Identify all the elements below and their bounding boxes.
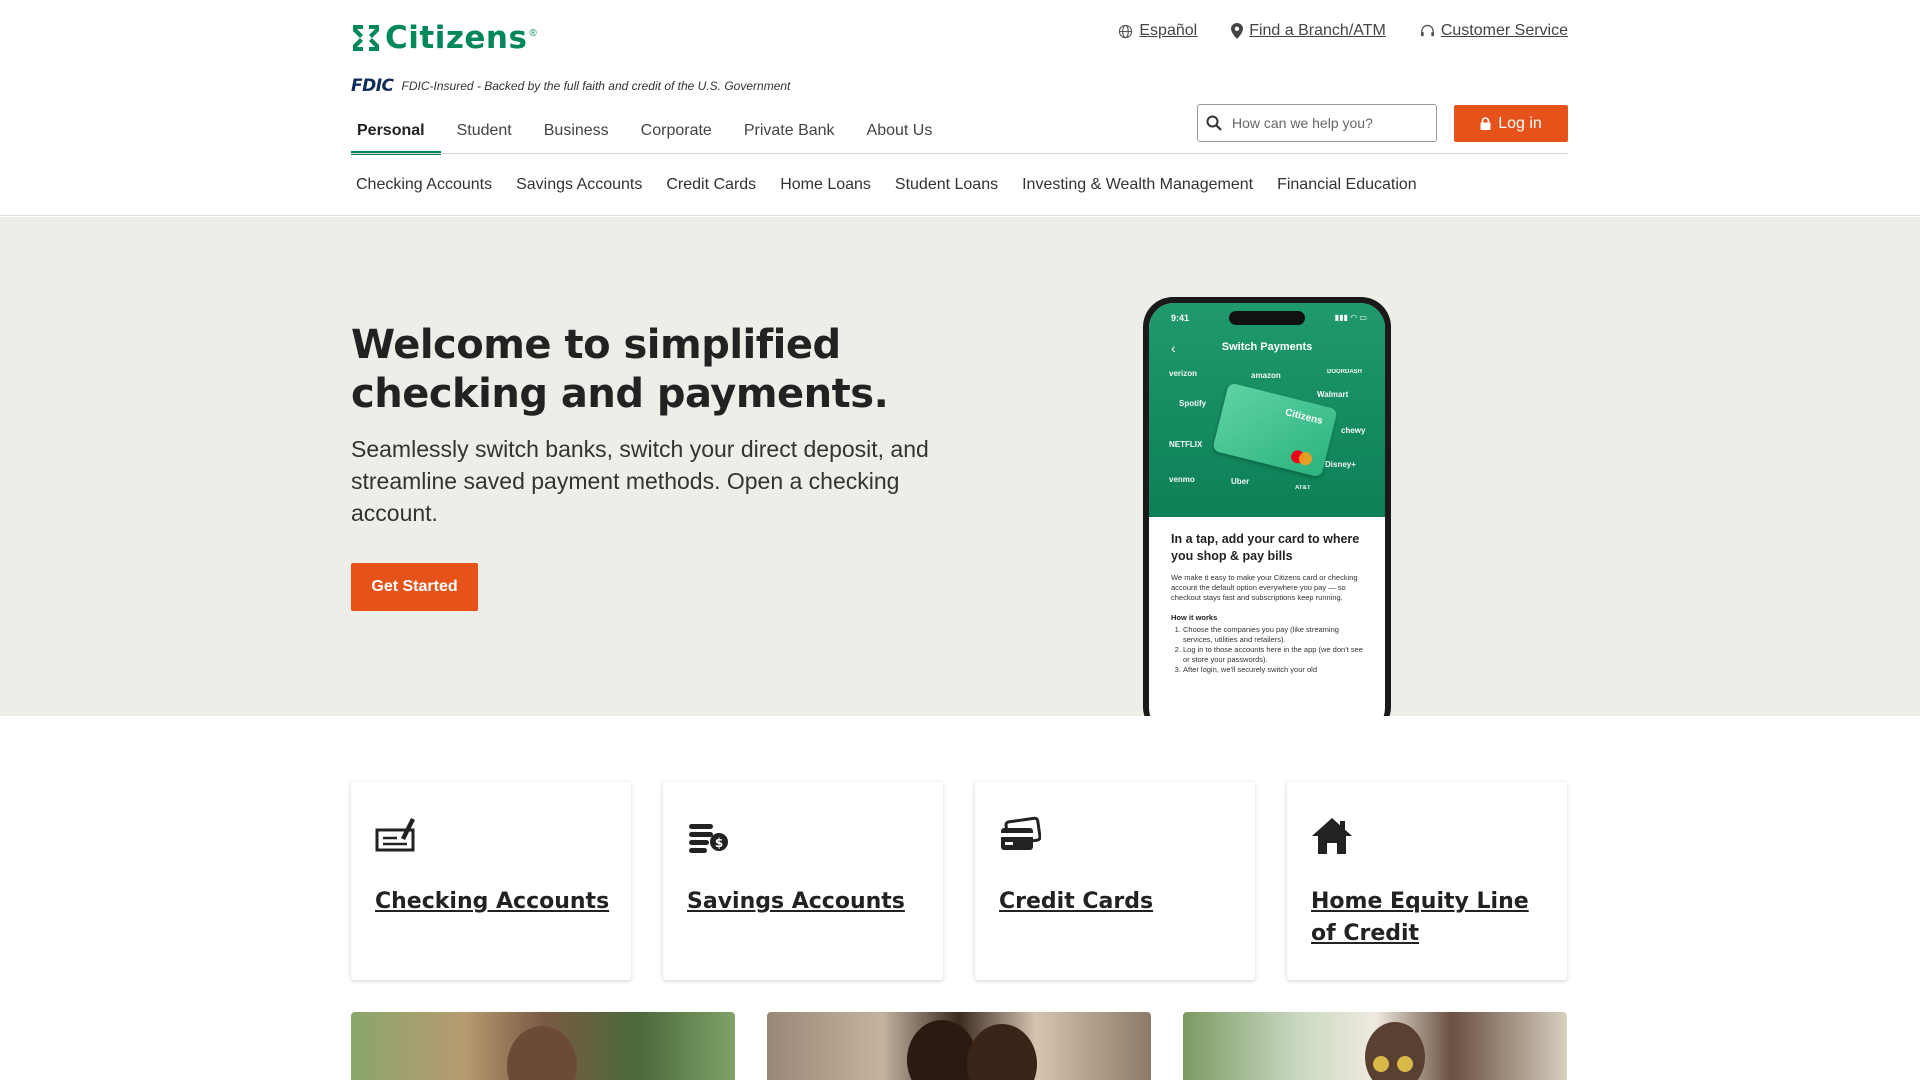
- citizens-logo-icon: [353, 25, 379, 51]
- search-icon: [1206, 115, 1222, 131]
- card-label: Home Equity Line of Credit: [1311, 889, 1529, 946]
- nav-about-us[interactable]: About Us: [851, 106, 949, 154]
- brand-logo: Spotify: [1179, 399, 1207, 408]
- house-icon: [1312, 818, 1352, 854]
- card-savings-accounts[interactable]: $ Savings Accounts: [663, 782, 943, 980]
- phone-heading: In a tap, add your card to where you sho…: [1171, 532, 1360, 563]
- photo-subject: [1397, 1056, 1413, 1072]
- phone-paragraph: We make it easy to make your Citizens ca…: [1171, 573, 1358, 602]
- check-icon: [375, 818, 415, 852]
- subnav-credit-cards[interactable]: Credit Cards: [654, 176, 768, 194]
- nav-business[interactable]: Business: [528, 106, 625, 154]
- svg-text:$: $: [715, 836, 723, 850]
- nav-divider: [351, 153, 1568, 154]
- signal-battery-icon: ▮▮▮ ◠ ▭: [1334, 313, 1367, 322]
- promo-photo-couple[interactable]: [767, 1012, 1151, 1080]
- subnav-student-loans[interactable]: Student Loans: [883, 176, 1010, 194]
- phone-step: Log in to those accounts here in the app…: [1183, 645, 1367, 665]
- brand-logo: venmo: [1169, 475, 1195, 484]
- brand-logo: AT&T: [1295, 485, 1311, 491]
- hero-title: Welcome to simplified checking and payme…: [351, 322, 889, 417]
- phone-how-heading: How it works: [1171, 613, 1218, 622]
- coins-dollar-icon: $: [689, 824, 728, 853]
- lock-icon: [1480, 117, 1491, 130]
- card-home-equity[interactable]: Home Equity Line of Credit: [1287, 782, 1567, 980]
- find-branch-link[interactable]: Find a Branch/ATM: [1231, 22, 1386, 40]
- globe-icon: [1119, 24, 1133, 38]
- phone-screen: 9:41 ▮▮▮ ◠ ▭ ‹ Switch Payments verizon a…: [1149, 303, 1385, 716]
- nav-corporate[interactable]: Corporate: [625, 106, 728, 154]
- promo-photo-person-glasses[interactable]: [1183, 1012, 1567, 1080]
- brand-logo: verizon: [1169, 369, 1198, 378]
- hero-section: Welcome to simplified checking and payme…: [0, 217, 1920, 716]
- phone-screen-title: Switch Payments: [1221, 341, 1313, 353]
- login-button[interactable]: Log in: [1454, 105, 1568, 142]
- card-label: Savings Accounts: [687, 889, 905, 914]
- card-label: Checking Accounts: [375, 889, 610, 914]
- phone-step: Choose the companies you pay (like strea…: [1183, 625, 1367, 645]
- brand-logo: chewy: [1341, 426, 1366, 435]
- location-pin-icon: [1231, 23, 1244, 39]
- subnav-checking-accounts[interactable]: Checking Accounts: [351, 176, 504, 194]
- brand-logo: amazon: [1251, 371, 1281, 380]
- photo-subject: [1365, 1022, 1425, 1080]
- brand-logo: DOORDASH: [1327, 369, 1363, 375]
- get-started-button[interactable]: Get Started: [351, 563, 478, 611]
- citizens-logo[interactable]: Citizens ®: [351, 20, 537, 56]
- photo-subject: [907, 1020, 977, 1080]
- phone-screen-header: 9:41 ▮▮▮ ◠ ▭ ‹ Switch Payments verizon a…: [1149, 303, 1385, 517]
- fdic-banner: FDIC FDIC-Insured - Backed by the full f…: [351, 76, 790, 96]
- espanol-label: Español: [1139, 22, 1198, 39]
- mastercard-icon: [1290, 449, 1314, 467]
- search-box[interactable]: [1197, 104, 1437, 142]
- customer-service-label: Customer Service: [1440, 22, 1568, 39]
- card-credit-cards[interactable]: Credit Cards: [975, 782, 1255, 980]
- card-checking-accounts[interactable]: Checking Accounts: [351, 782, 631, 980]
- utility-links: Español Find a Branch/ATM Customer Servi…: [1118, 22, 1568, 40]
- search-input[interactable]: [1232, 115, 1422, 131]
- phone-steps: Choose the companies you pay (like strea…: [1171, 625, 1367, 675]
- main-nav: Personal Student Business Corporate Priv…: [351, 106, 949, 155]
- phone-screen-body: In a tap, add your card to where you sho…: [1171, 531, 1367, 675]
- customer-service-link[interactable]: Customer Service: [1420, 22, 1568, 40]
- headset-icon: [1420, 24, 1434, 36]
- subnav-investing-wealth[interactable]: Investing & Wealth Management: [1010, 176, 1265, 194]
- phone-step: After login, we'll securely switch your …: [1183, 665, 1367, 675]
- phone-mockup: 9:41 ▮▮▮ ◠ ▭ ‹ Switch Payments verizon a…: [1143, 297, 1391, 716]
- photo-subject: [967, 1024, 1037, 1080]
- login-label: Log in: [1498, 114, 1542, 132]
- phone-status-time: 9:41: [1171, 313, 1190, 323]
- photo-subject: [1373, 1056, 1389, 1072]
- logo-text: Citizens: [385, 20, 528, 56]
- subnav-savings-accounts[interactable]: Savings Accounts: [504, 176, 654, 194]
- nav-personal[interactable]: Personal: [351, 106, 441, 155]
- phone-notch: [1229, 311, 1305, 325]
- brand-logo: Walmart: [1317, 390, 1349, 399]
- nav-private-bank[interactable]: Private Bank: [728, 106, 851, 154]
- sub-nav: Checking Accounts Savings Accounts Credi…: [351, 176, 1429, 194]
- brand-logo: Disney+: [1325, 460, 1356, 469]
- site-header: Citizens ® Español Find a Branch/ATM Cus…: [0, 0, 1920, 216]
- promo-photo-woman-smiling[interactable]: [351, 1012, 735, 1080]
- logo-trademark: ®: [529, 27, 537, 39]
- brand-logo: NETFLIX: [1169, 440, 1203, 449]
- fdic-logo: FDIC: [351, 76, 394, 96]
- card-brand: Citizens: [1283, 407, 1324, 428]
- credit-card-icon: [1001, 816, 1041, 850]
- nav-student[interactable]: Student: [441, 106, 528, 154]
- brand-logo: Uber: [1231, 477, 1250, 486]
- hero-body: Seamlessly switch banks, switch your dir…: [351, 436, 929, 526]
- find-branch-label: Find a Branch/ATM: [1249, 22, 1386, 39]
- photo-subject: [507, 1026, 577, 1080]
- subnav-financial-education[interactable]: Financial Education: [1265, 176, 1429, 194]
- espanol-link[interactable]: Español: [1118, 22, 1197, 40]
- fdic-text: FDIC-Insured - Backed by the full faith …: [401, 79, 791, 93]
- subnav-home-loans[interactable]: Home Loans: [768, 176, 883, 194]
- card-label: Credit Cards: [999, 889, 1154, 914]
